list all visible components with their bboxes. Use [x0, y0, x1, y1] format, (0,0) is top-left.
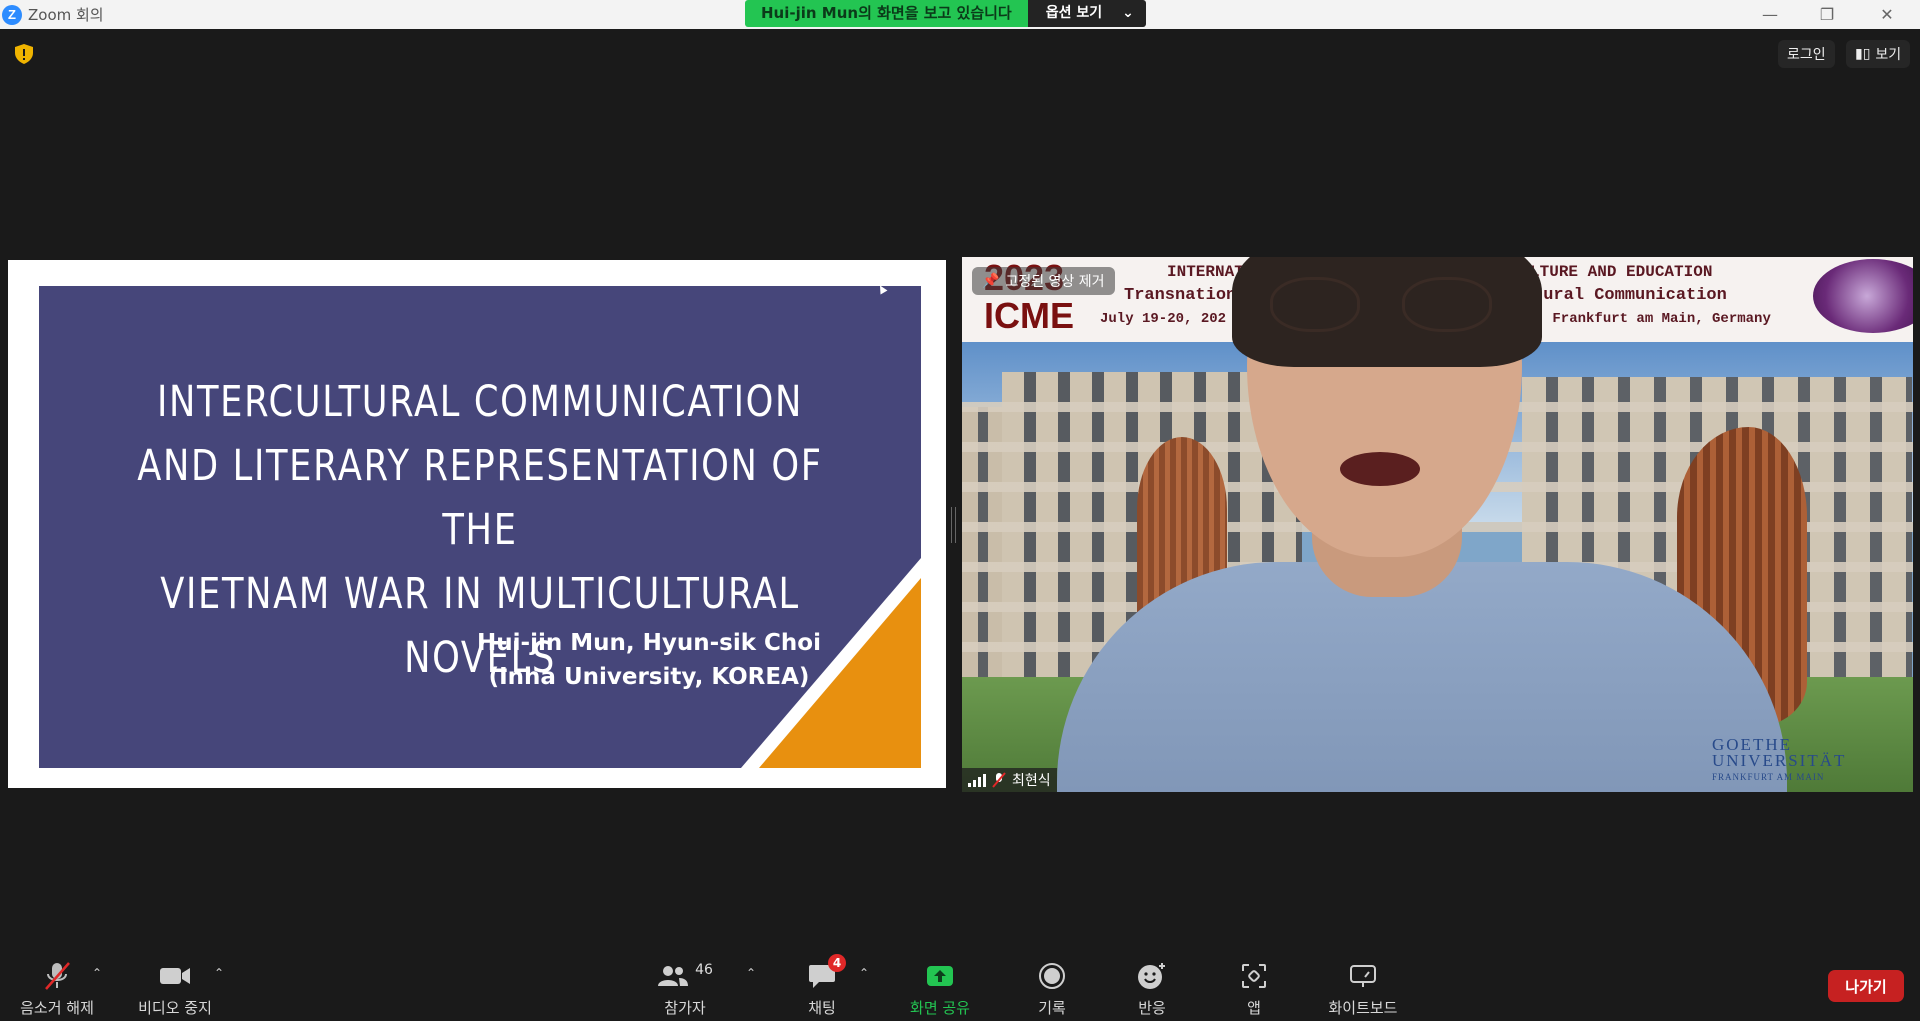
banner-line: furt, Frankfurt am Main, Germany: [1502, 311, 1771, 327]
signal-strength-icon: [968, 773, 986, 787]
participants-icon: [658, 966, 689, 986]
university-logo-line: UNIVERSITÄT: [1712, 751, 1847, 770]
chat-unread-badge: 4: [828, 954, 846, 972]
stop-video-button[interactable]: 비디오 중지: [132, 948, 218, 1021]
conference-logo-icon: [1813, 259, 1913, 333]
participants-label: 참가자: [664, 999, 706, 1017]
unmute-button[interactable]: 음소거 해제: [14, 948, 100, 1021]
banner-line: July 19-20, 202: [1100, 311, 1227, 327]
shared-screen: INTERCULTURAL COMMUNICATION AND LITERARY…: [8, 260, 946, 788]
audio-options-caret-icon[interactable]: ⌃: [90, 966, 104, 980]
pin-label: 고정된 영상 제거: [1005, 274, 1105, 290]
login-button[interactable]: 로그인: [1778, 40, 1835, 68]
university-logo-line: FRANKFURT AM MAIN: [1712, 772, 1825, 782]
reaction-smiley-icon: [1138, 963, 1165, 989]
minimize-icon[interactable]: —: [1747, 0, 1793, 29]
banner-acronym: ICME: [984, 295, 1074, 336]
unmute-label: 음소거 해제: [20, 999, 94, 1017]
screen-share-banner: Hui-jin Mun의 화면을 보고 있습니다 옵션 보기 ⌄: [745, 0, 1146, 27]
slide-affiliation: (Inha University, KOREA): [488, 664, 810, 690]
apps-label: 앱: [1247, 999, 1261, 1017]
whiteboard-label: 화이트보드: [1328, 999, 1398, 1017]
pin-icon: 📌: [982, 273, 1000, 289]
share-screen-button[interactable]: 화면 공유: [900, 948, 980, 1021]
participant-mouth: [1340, 452, 1420, 486]
whiteboard-icon-wrap: [1349, 958, 1377, 994]
video-icon-wrap: [159, 958, 191, 994]
share-screen-label: 화면 공유: [910, 999, 970, 1017]
chat-icon-wrap: 4: [808, 954, 846, 994]
view-options-button[interactable]: 옵션 보기 ⌄: [1027, 0, 1146, 27]
unmute-icon-wrap: [42, 958, 72, 994]
participants-icon-wrap: 46: [657, 958, 713, 994]
security-shield-icon[interactable]: [13, 43, 35, 65]
university-logo: GOETHE UNIVERSITÄT FRANKFURT AM MAIN: [1712, 736, 1902, 787]
chevron-down-icon: ⌄: [1122, 5, 1134, 21]
stop-video-label: 비디오 중지: [138, 999, 212, 1017]
view-layout-icon: ▮▯: [1855, 46, 1871, 62]
banner-line: Transnation: [1124, 286, 1237, 305]
login-label: 로그인: [1787, 47, 1826, 63]
close-icon[interactable]: ✕: [1864, 0, 1910, 29]
side-credit: [1896, 482, 1910, 602]
video-camera-icon: [160, 968, 190, 984]
restore-icon[interactable]: ❐: [1804, 0, 1850, 29]
split-resize-handle[interactable]: [951, 507, 956, 543]
reactions-button[interactable]: 반응: [1120, 948, 1184, 1021]
view-label: 보기: [1875, 47, 1902, 63]
view-options-label: 옵션 보기: [1045, 5, 1103, 21]
slide-title-line: INTERCULTURAL COMMUNICATION: [156, 377, 804, 427]
participant-name-tag: 최현식: [962, 768, 1057, 792]
participant-name: 최현식: [1012, 773, 1051, 789]
window-title: Zoom 회의: [28, 6, 104, 24]
whiteboard-icon: [1350, 965, 1376, 987]
remove-pinned-video-button[interactable]: 📌 고정된 영상 제거: [972, 267, 1115, 295]
leave-meeting-button[interactable]: 나가기: [1828, 970, 1904, 1002]
participants-button[interactable]: 46 참가자: [650, 948, 720, 1021]
participant-body: [1057, 562, 1787, 792]
chat-button[interactable]: 4 채팅: [790, 948, 854, 1021]
share-icon-wrap: [926, 958, 954, 994]
participants-options-caret-icon[interactable]: ⌃: [744, 966, 758, 980]
muted-mic-icon: [45, 962, 70, 990]
view-button[interactable]: ▮▯ 보기: [1846, 40, 1911, 68]
participant-video-tile[interactable]: 2023 ICME INTERNATIC LTICULTURE AND EDUC…: [962, 257, 1913, 792]
video-options-caret-icon[interactable]: ⌃: [212, 966, 226, 980]
presentation-slide: INTERCULTURAL COMMUNICATION AND LITERARY…: [39, 286, 921, 768]
glasses: [1270, 277, 1360, 332]
muted-mic-icon: [992, 772, 1006, 788]
share-screen-icon: [927, 966, 953, 986]
slide-author-names: Hui-jin Mun, Hyun-sik Choi: [477, 630, 821, 656]
participants-count: 46: [695, 962, 713, 978]
glasses: [1402, 277, 1492, 332]
apps-button[interactable]: 앱: [1222, 948, 1286, 1021]
chat-label: 채팅: [808, 999, 836, 1017]
chat-options-caret-icon[interactable]: ⌃: [857, 966, 871, 980]
apps-icon-wrap: [1241, 958, 1267, 994]
record-icon-wrap: [1038, 958, 1066, 994]
reactions-label: 반응: [1138, 999, 1166, 1017]
reactions-icon-wrap: [1137, 958, 1167, 994]
slide-authors: Hui-jin Mun, Hyun-sik Choi (Inha Univers…: [459, 626, 839, 694]
slide-title-line: AND LITERARY REPRESENTATION OF THE: [137, 441, 823, 555]
record-button[interactable]: 기록: [1020, 948, 1084, 1021]
meeting-toolbar: 음소거 해제 ⌃ 비디오 중지 ⌃ 46 참가자 ⌃ 4 채팅 ⌃ 화면 공유 …: [0, 948, 1920, 1021]
whiteboard-button[interactable]: 화이트보드: [1318, 948, 1408, 1021]
zoom-logo-icon: Z: [2, 4, 22, 25]
apps-icon: [1242, 964, 1266, 988]
viewing-share-label: Hui-jin Mun의 화면을 보고 있습니다: [745, 0, 1028, 27]
record-label: 기록: [1038, 999, 1066, 1017]
record-icon: [1039, 963, 1065, 989]
